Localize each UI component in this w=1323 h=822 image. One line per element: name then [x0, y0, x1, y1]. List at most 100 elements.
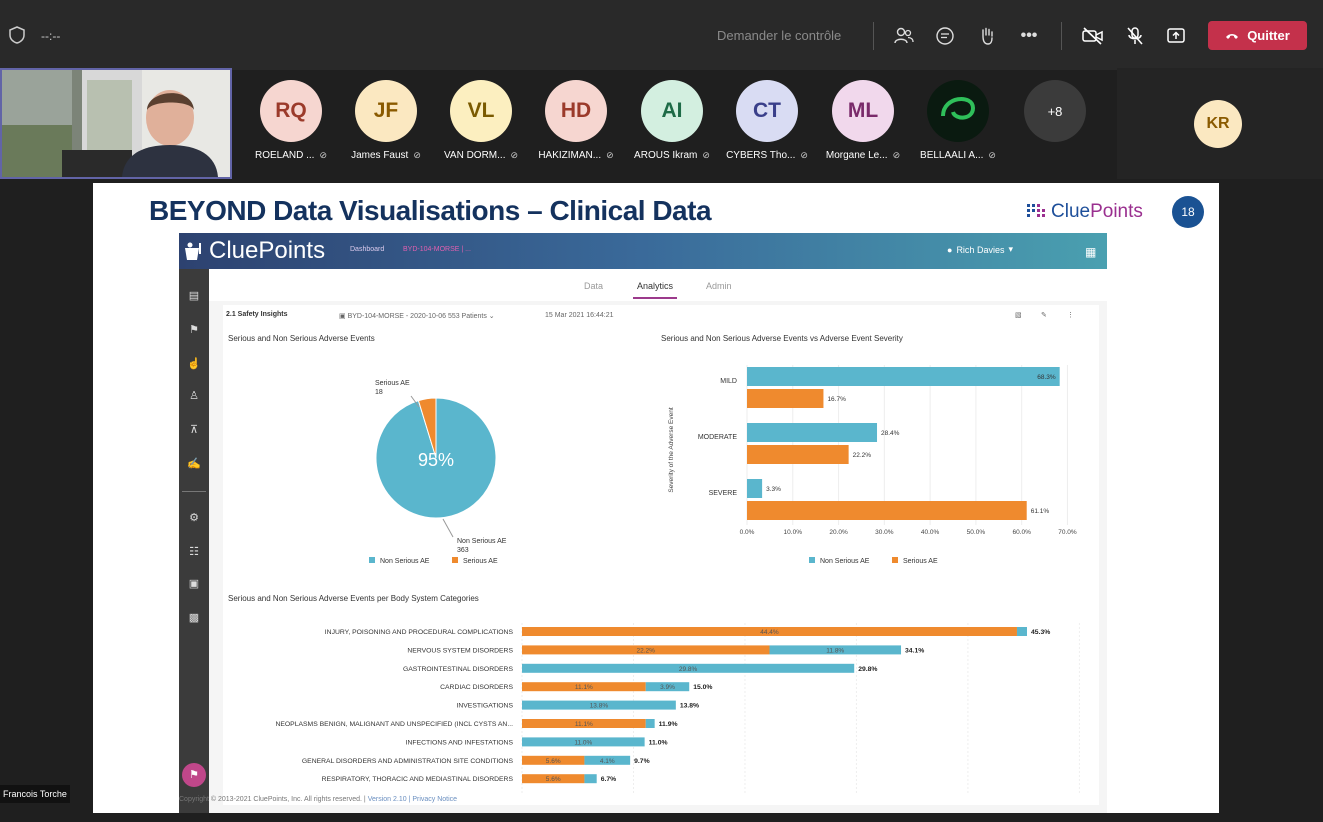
book-icon[interactable]: ☷: [187, 545, 201, 559]
participant-tile[interactable]: RQ ROELAND ... ⊘: [246, 80, 336, 161]
category-label: RESPIRATORY, THORACIC AND MEDIASTINAL DI…: [322, 776, 514, 783]
slide-title: BEYOND Data Visualisations – Clinical Da…: [149, 195, 712, 226]
participant-name-text: AROUS Ikram: [634, 150, 698, 161]
tab-data[interactable]: Data: [584, 281, 603, 291]
more-participants-button[interactable]: +8: [1024, 80, 1086, 142]
breadcrumb-dashboard[interactable]: Dashboard: [350, 246, 384, 253]
data-label: 11.0%: [574, 739, 592, 746]
request-control-button[interactable]: Demander le contrôle: [717, 28, 841, 43]
category-label: INFECTIONS AND INFESTATIONS: [406, 739, 514, 746]
footer-links[interactable]: Version 2.10 | Privacy Notice: [368, 796, 457, 803]
participant-name-text: BELLAALI A...: [920, 150, 984, 161]
app-sidebar: ▤ ⚑ ☝ ♙ ⊼ ✍ ⚙ ☷ ▣ ▩ ⚑: [179, 269, 209, 813]
toolbar-divider: [873, 22, 874, 50]
pie-label-value: 18: [375, 389, 383, 396]
apps-grid-icon[interactable]: ▦: [1085, 245, 1096, 259]
raise-hand-icon[interactable]: [976, 25, 998, 47]
x-tick-label: 40.0%: [921, 529, 940, 536]
category-label: INVESTIGATIONS: [456, 703, 513, 710]
meeting-toolbar: --:-- Demander le contrôle ••• Quitter: [0, 0, 1323, 70]
toolbar-divider: [1061, 22, 1062, 50]
category-label: CARDIAC DISORDERS: [440, 684, 513, 691]
caret-down-icon: ▾: [1008, 244, 1013, 254]
chart-title: Serious and Non Serious Adverse Events p…: [228, 594, 479, 603]
participant-tile[interactable]: VL VAN DORM... ⊘: [436, 80, 526, 161]
logo-text-a: Clue: [1051, 201, 1091, 222]
category-label: GENERAL DISORDERS AND ADMINISTRATION SIT…: [302, 758, 514, 765]
kebab-menu-icon[interactable]: ⋮: [1067, 311, 1074, 319]
bar-segment: [1016, 627, 1027, 636]
participant-name: Morgane Le... ⊘: [818, 150, 908, 161]
pie-label-name: Serious AE: [375, 380, 410, 387]
participant-tile[interactable]: JF James Faust ⊘: [341, 80, 431, 161]
self-name-label: Francois Torche: [0, 785, 70, 803]
more-icon[interactable]: •••: [1018, 25, 1040, 47]
chat-icon[interactable]: [934, 25, 956, 47]
mic-off-icon[interactable]: [1124, 25, 1146, 47]
flag-icon[interactable]: ⚑: [187, 323, 201, 337]
bar: [747, 367, 1060, 386]
legend-swatch: [892, 557, 898, 563]
gear-icon[interactable]: ⚙: [187, 511, 201, 525]
share-icon[interactable]: [1165, 25, 1187, 47]
calculator-icon[interactable]: ▩: [187, 611, 201, 625]
category-label: SEVERE: [709, 490, 738, 497]
total-label: 45.3%: [1031, 629, 1050, 636]
document-icon[interactable]: ▣: [187, 577, 201, 591]
tab-analytics[interactable]: Analytics: [632, 281, 678, 299]
cursor-icon[interactable]: ⊼: [187, 423, 201, 437]
participant-tile[interactable]: CT CYBERS Tho... ⊘: [722, 80, 812, 161]
participant-name: James Faust ⊘: [341, 150, 431, 161]
clipboard-icon[interactable]: ✍: [187, 457, 201, 471]
total-label: 29.8%: [858, 666, 877, 673]
tab-admin[interactable]: Admin: [706, 281, 732, 291]
legend-swatch: [809, 557, 815, 563]
card-icon[interactable]: ▤: [187, 289, 201, 303]
participant-name: BELLAALI A... ⊘: [913, 150, 1003, 161]
mic-muted-icon: ⊘: [988, 150, 996, 160]
legend-swatch: [369, 557, 375, 563]
user-menu[interactable]: ● Rich Davies ▾: [947, 244, 1013, 255]
avatar[interactable]: KR: [1194, 100, 1242, 148]
data-label: 11.1%: [575, 684, 593, 691]
data-label: 4.1%: [600, 758, 615, 765]
participant-name-text: CYBERS Tho...: [726, 150, 796, 161]
participant-name: ROELAND ... ⊘: [246, 150, 336, 161]
total-label: 34.1%: [905, 647, 924, 654]
participant-tile[interactable]: HD HAKIZIMAN... ⊘: [531, 80, 621, 161]
camera-off-icon[interactable]: [1082, 25, 1104, 47]
x-tick-label: 0.0%: [740, 529, 755, 536]
pdf-icon[interactable]: ▧: [1015, 311, 1022, 319]
x-tick-label: 20.0%: [829, 529, 848, 536]
shield-icon: [9, 26, 25, 44]
people-icon[interactable]: [893, 25, 915, 47]
participant-name: AROUS Ikram ⊘: [627, 150, 717, 161]
participant-tile[interactable]: ML Morgane Le... ⊘: [818, 80, 908, 161]
total-label: 11.9%: [659, 721, 678, 728]
x-tick-label: 60.0%: [1012, 529, 1031, 536]
participant-tile[interactable]: BELLAALI A... ⊘: [913, 80, 1003, 161]
total-label: 15.0%: [693, 684, 712, 691]
phone-icon: [1225, 28, 1239, 43]
shared-slide: BEYOND Data Visualisations – Clinical Da…: [93, 183, 1219, 813]
avatar: HD: [545, 80, 607, 142]
panel-title: 2.1 Safety Insights: [226, 311, 288, 318]
total-label: 11.0%: [649, 739, 668, 746]
total-label: 9.7%: [634, 758, 650, 765]
flag-icon[interactable]: ⚑: [182, 763, 206, 787]
quit-button[interactable]: Quitter: [1208, 21, 1307, 50]
data-label: 5.6%: [546, 776, 561, 783]
dots-grid-icon: [1027, 204, 1045, 217]
pointer-icon[interactable]: ☝: [187, 357, 201, 371]
participant-tile[interactable]: AI AROUS Ikram ⊘: [627, 80, 717, 161]
breadcrumb-study[interactable]: BYD-104-MORSE | ...: [403, 246, 471, 253]
participant-name-text: James Faust: [351, 150, 409, 161]
cluepoints-app: CluePoints Dashboard BYD-104-MORSE | ...…: [179, 233, 1107, 813]
category-label: GASTROINTESTINAL DISORDERS: [403, 666, 513, 673]
study-select[interactable]: ▣ BYD-104-MORSE - 2020-10-06 553 Patient…: [339, 312, 495, 320]
bar: [747, 389, 824, 408]
edit-icon[interactable]: ✎: [1041, 311, 1047, 319]
self-video[interactable]: [0, 68, 232, 179]
data-label: 16.7%: [827, 396, 846, 403]
users-icon[interactable]: ♙: [187, 389, 201, 403]
